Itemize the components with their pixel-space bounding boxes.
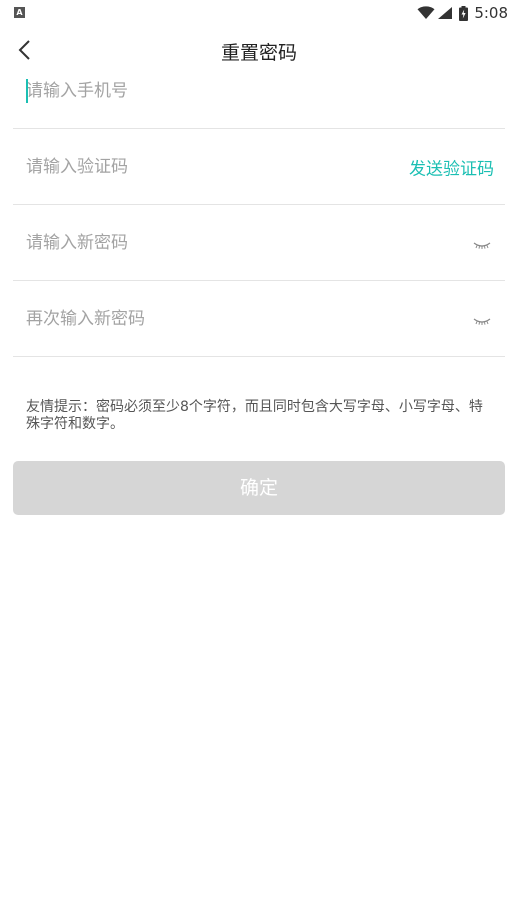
password-rules-tip: 友情提示：密码必须至少8个字符，而且同时包含大写字母、小写字母、特殊字符和数字。	[26, 399, 483, 432]
verification-code-input[interactable]	[26, 151, 356, 182]
reset-password-screen: A 5:08 重置密码 请输入手机号 请输入验证码 发送验证码 友情提示：密码必…	[0, 0, 518, 920]
app-notification-icon: A	[14, 7, 25, 18]
status-indicators: 5:08	[417, 3, 508, 23]
signal-icon	[437, 6, 453, 20]
code-field-row: 发送验证码	[13, 129, 505, 205]
confirm-button[interactable]: 确定	[13, 461, 505, 515]
new-password-input[interactable]	[26, 227, 386, 258]
status-bar: A 5:08	[0, 0, 518, 26]
phone-field-row	[13, 53, 505, 129]
phone-input[interactable]	[26, 75, 386, 106]
confirm-password-input[interactable]	[26, 303, 386, 334]
wifi-icon	[417, 6, 435, 20]
send-code-button[interactable]: 发送验证码	[409, 154, 494, 179]
status-time: 5:08	[474, 4, 508, 22]
new-password-field-row	[13, 205, 505, 281]
text-cursor	[26, 78, 28, 103]
eye-closed-icon[interactable]	[473, 313, 491, 325]
eye-closed-icon[interactable]	[473, 237, 491, 249]
confirm-password-field-row	[13, 281, 505, 357]
battery-charging-icon	[459, 5, 469, 21]
